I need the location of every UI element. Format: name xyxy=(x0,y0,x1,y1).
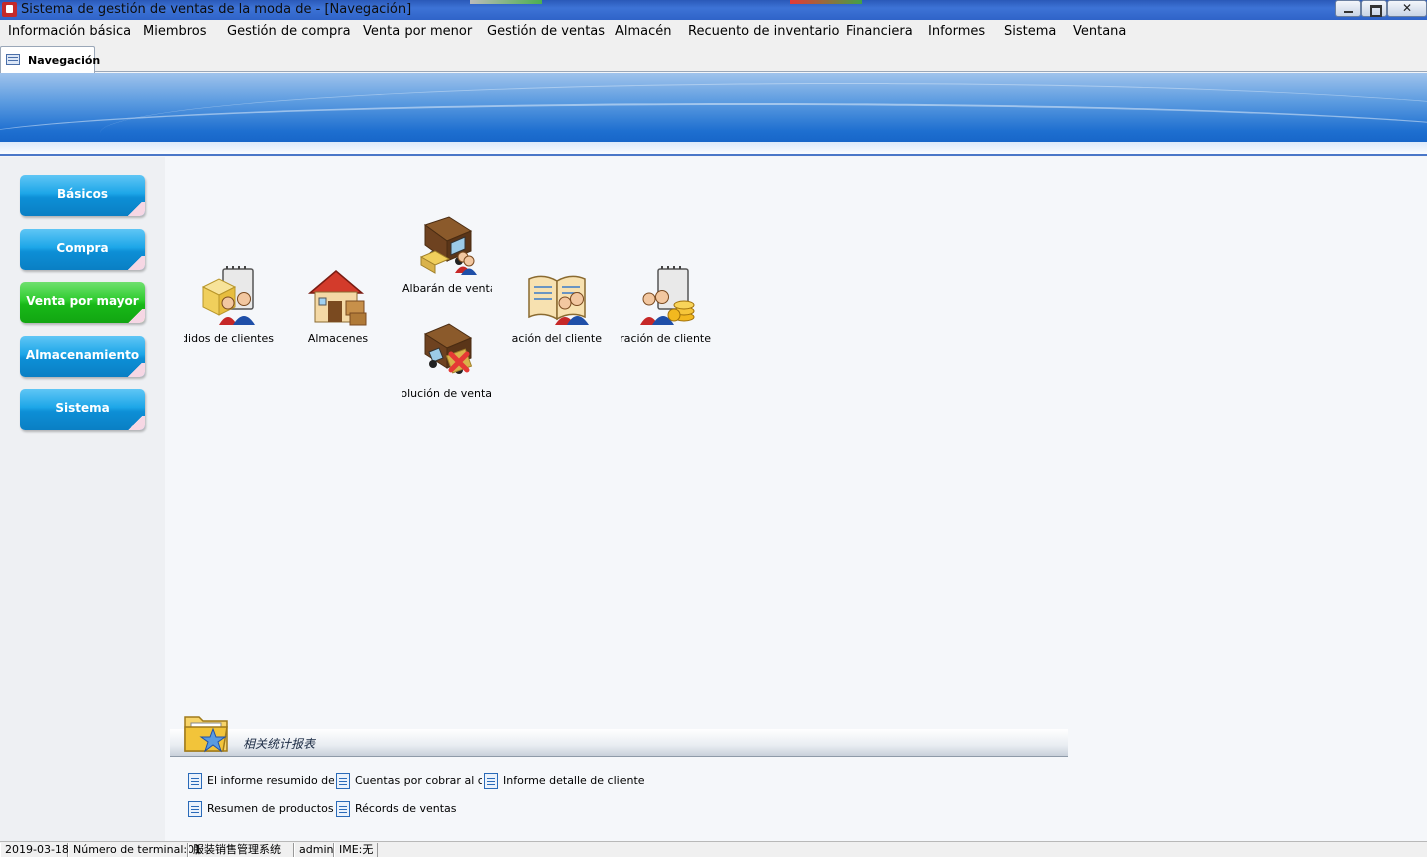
sidebar-item-label: Venta por mayor xyxy=(26,294,139,308)
sidebar-item-sistema[interactable]: Sistema xyxy=(20,389,145,430)
report-link-label: Resumen de productos xyxy=(207,802,334,815)
folder-star-icon xyxy=(183,709,231,755)
reports-title: 相关统计报表 xyxy=(243,737,316,751)
minimize-button[interactable] xyxy=(1335,0,1361,17)
report-link-detalle-cliente[interactable]: Informe detalle de cliente xyxy=(484,773,644,791)
report-link-resumen-productos[interactable]: Resumen de productos xyxy=(188,801,334,819)
module-albaran-venta[interactable]: Albarán de venta xyxy=(392,215,502,295)
status-bar: 2019-03-18 Número de terminal:01 服装销售管理系… xyxy=(0,841,1427,857)
banner-line xyxy=(0,154,1427,156)
menu-recuento-inventario[interactable]: Recuento de inventario xyxy=(688,24,839,39)
status-terminal: Número de terminal:01 xyxy=(68,843,201,857)
tab-navegacion[interactable]: Navegación xyxy=(0,46,100,73)
module-label: Pedidos de clientes xyxy=(184,332,274,345)
module-informacion-cliente[interactable]: Información del cliente xyxy=(502,265,612,345)
document-icon xyxy=(336,801,350,817)
sidebar-item-label: Almacenamiento xyxy=(25,348,140,362)
app-icon xyxy=(2,2,17,17)
document-icon xyxy=(188,773,202,789)
report-link-label: Récords de ventas xyxy=(355,802,457,815)
tab-label: Navegación xyxy=(28,54,101,67)
menu-financiera[interactable]: Financiera xyxy=(846,24,913,39)
delivery-truck-icon xyxy=(415,215,479,279)
page-curl-decoration xyxy=(125,363,145,377)
status-ime: IME:无 xyxy=(334,843,378,857)
customer-info-icon xyxy=(525,265,589,329)
close-button[interactable] xyxy=(1387,0,1427,17)
module-pedidos-clientes[interactable]: Pedidos de clientes xyxy=(174,265,284,345)
menu-almacen[interactable]: Almacén xyxy=(615,24,672,39)
menu-informacion-basica[interactable]: Información básica xyxy=(8,24,131,39)
module-almacenes[interactable]: Almacenes xyxy=(283,265,393,345)
page-curl-decoration xyxy=(125,202,145,216)
taskbar-decoration xyxy=(790,0,862,4)
window-title: Sistema de gestión de ventas de la moda … xyxy=(21,2,412,17)
window-icon xyxy=(6,54,20,65)
restore-button[interactable] xyxy=(1361,0,1387,17)
menu-venta-por-menor[interactable]: Venta por menor xyxy=(363,24,472,39)
sidebar-item-basicos[interactable]: Básicos xyxy=(20,175,145,216)
sidebar-item-venta-por-mayor[interactable]: Venta por mayor xyxy=(20,282,145,323)
report-link-resumen-cliente[interactable]: El informe resumido del cliente xyxy=(188,773,334,791)
title-bar: Sistema de gestión de ventas de la moda … xyxy=(0,0,1427,20)
document-icon xyxy=(484,773,498,789)
sidebar-item-compra[interactable]: Compra xyxy=(20,229,145,270)
page-curl-decoration xyxy=(125,416,145,430)
status-system-name: 服装销售管理系统 xyxy=(188,843,294,857)
warehouse-icon xyxy=(306,265,370,329)
menu-bar: Información básica Miembros Gestión de c… xyxy=(0,20,1427,44)
taskbar-decoration xyxy=(470,0,542,4)
return-truck-icon xyxy=(415,320,479,384)
customer-billing-icon xyxy=(634,265,698,329)
module-label: Facturación de cliente xyxy=(621,332,711,345)
reports-header: 相关统计报表 xyxy=(170,729,1068,757)
customer-orders-icon xyxy=(197,265,261,329)
page-curl-decoration xyxy=(125,256,145,270)
report-link-label: Informe detalle de cliente xyxy=(503,774,644,787)
report-link-label: El informe resumido del cliente xyxy=(207,774,334,787)
menu-gestion-compra[interactable]: Gestión de compra xyxy=(227,24,351,39)
document-icon xyxy=(336,773,350,789)
module-label: Devolución de venta xyxy=(402,387,492,400)
sidebar-item-label: Sistema xyxy=(55,401,110,415)
status-date: 2019-03-18 xyxy=(0,843,69,857)
report-link-label: Cuentas por cobrar al cliente xyxy=(355,774,482,787)
module-devolucion-venta[interactable]: Devolución de venta xyxy=(392,320,502,400)
sidebar-item-label: Compra xyxy=(56,241,109,255)
menu-sistema[interactable]: Sistema xyxy=(1004,24,1056,39)
sidebar: Básicos Compra Venta por mayor Almacenam… xyxy=(0,157,165,841)
module-label: Almacenes xyxy=(307,332,369,345)
module-facturacion-cliente[interactable]: Facturación de cliente xyxy=(611,265,721,345)
sidebar-item-almacenamiento[interactable]: Almacenamiento xyxy=(20,336,145,377)
module-label: Información del cliente xyxy=(512,332,602,345)
menu-miembros[interactable]: Miembros xyxy=(143,24,207,39)
page-curl-decoration xyxy=(125,309,145,323)
menu-informes[interactable]: Informes xyxy=(928,24,985,39)
module-label: Albarán de venta xyxy=(402,282,492,295)
header-banner xyxy=(0,73,1427,156)
document-icon xyxy=(188,801,202,817)
report-link-records-ventas[interactable]: Récords de ventas xyxy=(336,801,482,819)
tab-strip: Navegación xyxy=(0,44,1427,73)
report-link-cuentas-cobrar[interactable]: Cuentas por cobrar al cliente xyxy=(336,773,482,791)
menu-ventana[interactable]: Ventana xyxy=(1073,24,1126,39)
sidebar-item-label: Básicos xyxy=(57,187,108,201)
menu-gestion-ventas[interactable]: Gestión de ventas xyxy=(487,24,605,39)
status-user: admin xyxy=(294,843,334,857)
